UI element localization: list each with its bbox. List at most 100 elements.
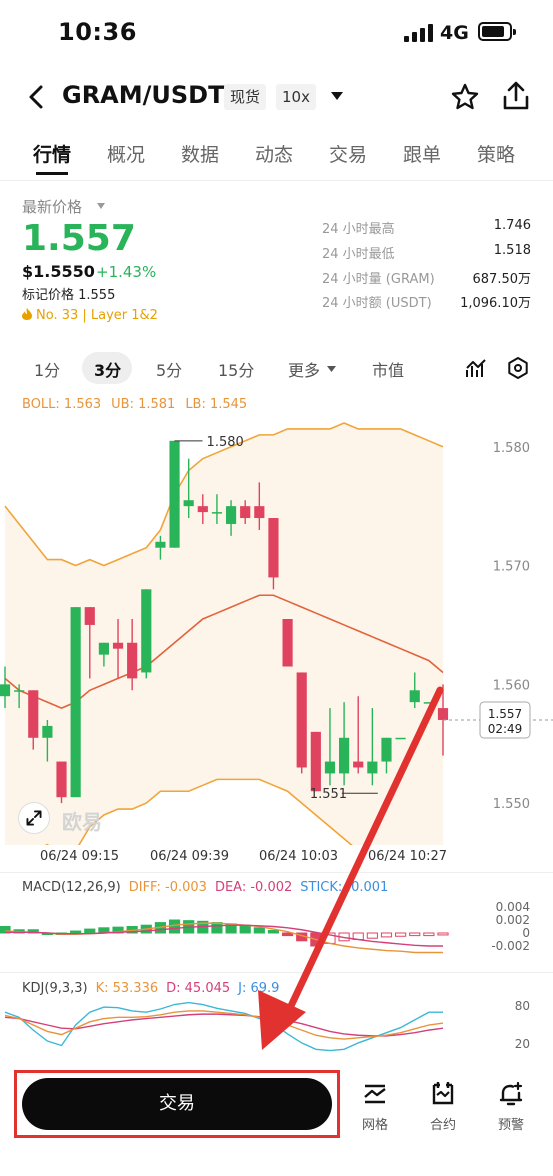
tab-overview[interactable]: 概况 [107,140,145,167]
kdj-k-line [4,1010,444,1040]
candle-body [70,607,81,798]
market-cap-tab[interactable]: 市值 [372,357,404,381]
boll-legend[interactable]: BOLL: 1.563 UB: 1.581 LB: 1.545 [22,397,257,412]
candle-body [127,642,138,679]
fullscreen-button[interactable] [18,802,50,834]
favorite-star-icon[interactable] [450,82,480,112]
candle-body [28,690,39,738]
candle-body [310,731,321,792]
contract-label: 合约 [429,1118,456,1133]
price-summary: 最新价格 1.557 $1.5550 +1.43% 标记价格 1.555 No.… [0,190,553,340]
candle-body [42,725,53,738]
tab-news[interactable]: 动态 [255,140,293,167]
price-change: +1.43% [96,263,157,281]
back-icon[interactable] [22,82,52,112]
kdj-legend[interactable]: KDJ(9,3,3) K: 53.336 D: 45.045 J: 69.9 [22,981,287,996]
candle-body [225,506,237,524]
last-price: 1.557 [22,218,136,259]
interval-5m[interactable]: 5分 [156,357,182,381]
time-label: 06/24 10:27 [368,849,448,864]
divider [0,872,553,873]
macd-legend[interactable]: MACD(12,26,9) DIFF: -0.003 DEA: -0.002 STIC… [22,880,396,895]
candle-body [169,440,180,548]
last-price-label[interactable]: 最新价格 [22,196,82,217]
macd-chart[interactable]: 0.0040.0020-0.002 [0,895,553,970]
status-bar: 10:36 4G [0,0,553,64]
macd-axis-label: 0.002 [496,913,530,927]
candle-body [0,684,11,697]
macd-axis-label: -0.002 [491,939,530,953]
stat-value-high: 1.746 [493,218,531,233]
alert-label: 预警 [497,1118,524,1133]
high-marker-label: 1.580 [207,435,244,450]
share-icon[interactable] [500,80,532,112]
macd-stick-bar [423,932,435,937]
time-label: 06/24 10:03 [259,849,339,864]
tab-copy-trading[interactable]: 跟单 [403,140,441,167]
y-axis-label: 1.580 [493,441,530,456]
macd-stick-bar [239,924,251,934]
stat-label-turnover: 24 小时额 (USDT) [322,296,432,311]
alert-button[interactable]: 预警 [486,1080,536,1133]
candle-body [353,761,364,768]
stat-value-turnover: 1,096.10万 [460,296,531,311]
annotation-highlight-box [14,1070,340,1138]
contract-button[interactable]: 合约 [418,1080,468,1133]
macd-stick-bar [211,922,223,934]
stat-value-volume: 687.50万 [472,272,532,287]
tab-market[interactable]: 行情 [33,140,71,167]
interval-3m[interactable]: 3分 [94,357,121,381]
candle-body [14,690,25,692]
interval-1m[interactable]: 1分 [34,357,60,381]
candle-body [367,761,378,774]
interval-15m[interactable]: 15分 [218,357,254,381]
kdj-j: J: 69.9 [238,981,280,996]
active-tab-indicator [36,172,68,175]
pair-dropdown-icon[interactable] [330,90,344,102]
macd-stick-bar [395,932,407,937]
bottom-action-bar: 交易 网格 合约 预警 [0,1062,553,1176]
candle-body [423,702,434,704]
kdj-d: D: 45.045 [166,981,231,996]
chart-settings-icon[interactable] [506,356,530,380]
time-axis: 06/24 09:15 06/24 09:39 06/24 10:03 06/2… [0,849,553,869]
macd-stick-bar [437,932,449,936]
pair-title[interactable]: GRAM/USDT [62,81,224,109]
macd-stick-bar [253,927,265,934]
battery-icon [478,22,516,41]
candlestick-chart[interactable]: 1.580 1.570 1.560 1.550 1.580 1.551 1.55702:49 [0,415,553,845]
section-tabs: 行情 概况 数据 动态 交易 跟单 策略 [0,138,553,175]
kdj-chart[interactable]: 80 20 [0,995,553,1063]
time-label: 06/24 09:39 [150,849,230,864]
network-type: 4G [440,22,469,44]
macd-axis-label: 0.004 [496,900,530,914]
grid-button[interactable]: 网格 [350,1080,400,1133]
boll-upper-value: UB: 1.581 [111,397,176,412]
interval-selector: 1分 3分 5分 15分 更多 市值 [0,352,553,388]
usd-price: $1.5550 [22,262,95,281]
candle-body [339,737,350,774]
mark-price: 标记价格 1.555 [22,288,116,303]
flame-icon [22,308,32,320]
y-axis-label: 1.570 [493,560,530,575]
current-price-value: 1.557 [488,707,522,721]
rank-tags[interactable]: No. 33 | Layer 1&2 [22,308,158,323]
interval-more[interactable]: 更多 [288,357,320,381]
more-dropdown-icon[interactable] [326,365,337,373]
candle-body [254,506,265,519]
low-marker-label: 1.551 [310,787,347,802]
tab-data[interactable]: 数据 [181,140,219,167]
time-label: 06/24 09:15 [40,849,120,864]
candle-body [183,500,194,507]
divider [0,972,553,973]
rank-text: No. 33 | Layer 1&2 [36,308,158,323]
signal-icon [404,24,434,42]
tab-trade[interactable]: 交易 [329,140,367,167]
indicator-icon[interactable] [464,356,488,380]
grid-trading-icon [364,1084,386,1104]
candle-countdown: 02:49 [488,722,523,736]
price-type-dropdown-icon[interactable] [96,202,106,210]
y-axis-label: 1.560 [493,678,530,693]
tab-strategy[interactable]: 策略 [477,140,515,167]
leverage-badge: 10x [276,84,316,110]
